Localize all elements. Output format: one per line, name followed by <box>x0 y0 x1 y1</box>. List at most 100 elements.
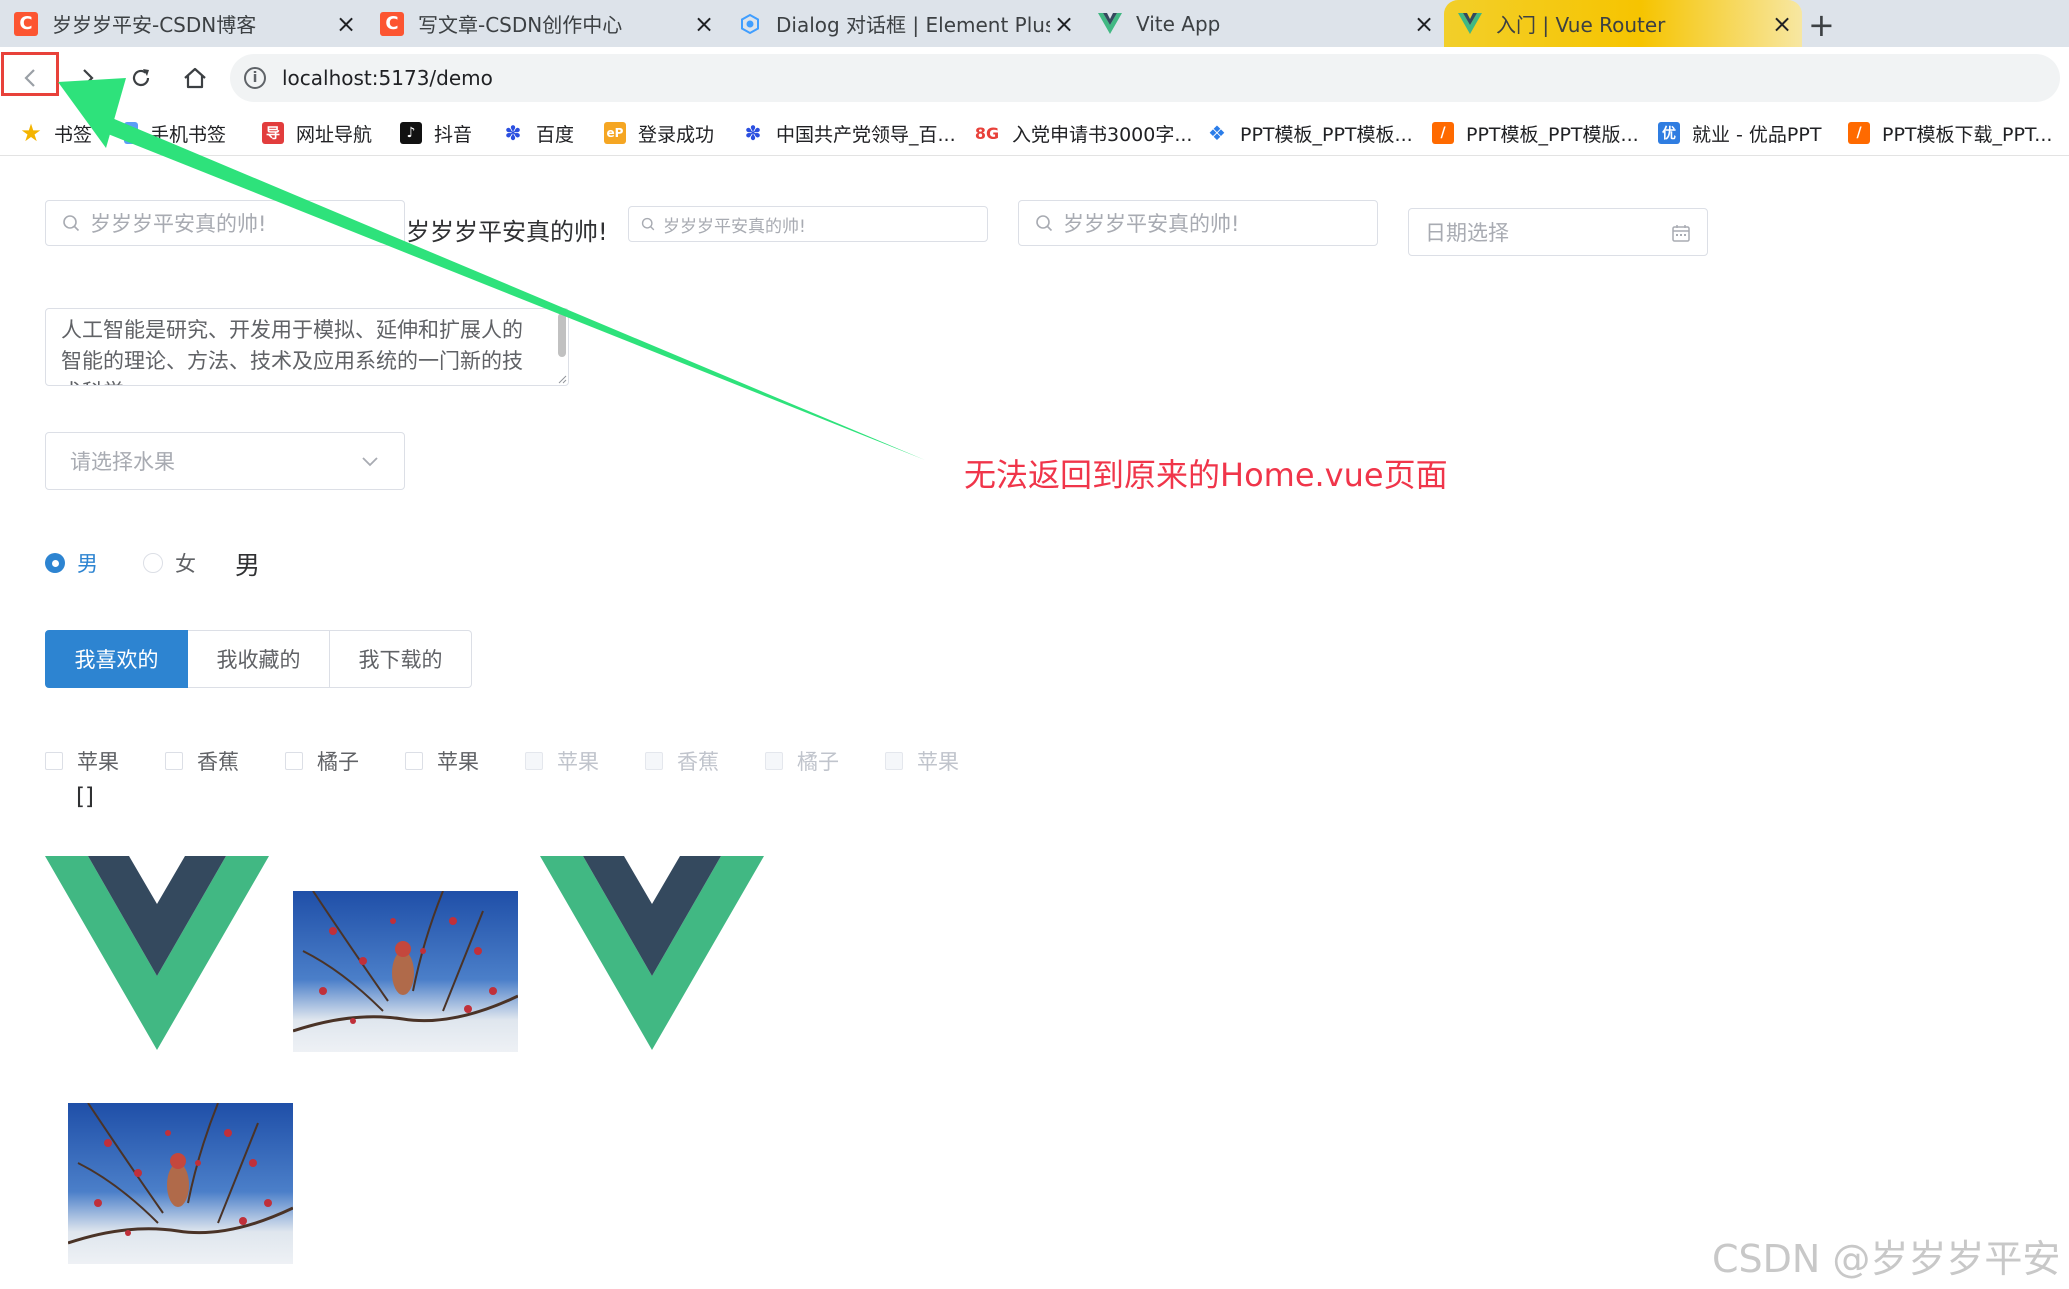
tab-csdn-blog[interactable]: C 岁岁岁平安-CSDN博客 × <box>0 0 366 47</box>
douyin-icon: ♪ <box>400 122 422 144</box>
select-placeholder: 请选择水果 <box>70 450 175 474</box>
bird-photo <box>293 891 518 1052</box>
tab-vite-app[interactable]: Vite App × <box>1084 0 1444 47</box>
search-input-3[interactable]: 岁岁岁平安真的帅! <box>1018 200 1378 246</box>
phone-icon <box>124 122 138 144</box>
checkbox-box <box>525 752 543 770</box>
bookmark-item[interactable]: / PPT模板_PPT模版... <box>1432 119 1639 147</box>
input-placeholder: 岁岁岁平安真的帅! <box>663 216 806 237</box>
tab-vue-router[interactable]: 入门 | Vue Router × <box>1444 0 1802 47</box>
checkbox-box <box>765 752 783 770</box>
checkbox-banana[interactable]: 香蕉 <box>165 746 239 776</box>
vue-logo-image <box>45 856 269 1050</box>
bookmark-item[interactable]: eP 登录成功 <box>604 119 714 147</box>
textarea-scrollbar[interactable] <box>558 313 566 357</box>
8g-icon: 8G <box>974 123 1000 143</box>
button-group: 我喜欢的 我收藏的 我下载的 <box>45 630 472 688</box>
checkbox-box <box>285 752 303 770</box>
address-bar[interactable]: i localhost:5173/demo <box>230 54 2060 102</box>
annotation-text: 无法返回到原来的Home.vue页面 <box>964 456 1448 494</box>
bookmark-item[interactable]: ❖ PPT模板_PPT模板... <box>1206 119 1413 147</box>
bookmarks-bar: ★ 书签 手机书签 导网址导航 ♪ 抖音 ✽ 百度 eP 登录成功 ✽ 中国共产党领导_百… <box>0 111 2069 156</box>
element-plus-icon <box>738 12 762 36</box>
info-icon[interactable]: i <box>244 67 266 89</box>
search-input-1[interactable]: 岁岁岁平安真的帅! <box>45 200 405 246</box>
checkbox-disabled-banana: 香蕉 <box>645 746 719 776</box>
radio-female[interactable]: 女 <box>143 548 196 578</box>
radio-label: 男 <box>77 552 98 576</box>
radio-male[interactable]: 男 <box>45 548 98 578</box>
description-textarea[interactable]: 人工智能是研究、开发用于模拟、延伸和扩展人的智能的理论、方法、技术及应用系统的一… <box>45 308 569 386</box>
url-text: localhost:5173/demo <box>282 66 493 90</box>
tab-title: 入门 | Vue Router <box>1496 13 1666 37</box>
bookmark-item[interactable]: ✽ 中国共产党领导_百... <box>742 119 956 147</box>
reload-button[interactable] <box>118 55 164 101</box>
bookmark-item[interactable]: ✽ 百度 <box>502 119 574 147</box>
checkbox-box <box>165 752 183 770</box>
bookmark-item[interactable]: 8G 入党申请书3000字... <box>974 119 1193 147</box>
radio-checked-icon <box>45 553 65 573</box>
bookmark-item[interactable]: / PPT模板下载_PPT... <box>1848 119 2052 147</box>
checkbox-box <box>405 752 423 770</box>
tab-downloads[interactable]: 我下载的 <box>330 630 472 688</box>
checkbox-box <box>645 752 663 770</box>
youpin-icon: 优 <box>1658 122 1680 144</box>
close-icon[interactable]: × <box>1768 10 1796 38</box>
input-placeholder: 岁岁岁平安真的帅! <box>90 212 267 236</box>
vue-icon <box>1458 12 1482 36</box>
tab-collections[interactable]: 我收藏的 <box>188 630 330 688</box>
search-icon <box>1036 215 1053 232</box>
nav-icon: 导 <box>262 122 284 144</box>
input-placeholder: 日期选择 <box>1425 221 1509 245</box>
tab-strip: C 岁岁岁平安-CSDN博客 × C 写文章-CSDN创作中心 × Dialog… <box>0 0 2069 47</box>
checkbox-disabled-orange: 橘子 <box>765 746 839 776</box>
tab-favorites[interactable]: 我喜欢的 <box>45 630 188 688</box>
chevron-right-icon <box>83 69 94 87</box>
textarea-text: 人工智能是研究、开发用于模拟、延伸和扩展人的智能的理论、方法、技术及应用系统的一… <box>61 318 523 385</box>
forward-button[interactable] <box>64 55 110 101</box>
star-icon: ★ <box>20 119 42 147</box>
close-icon[interactable]: × <box>690 10 718 38</box>
close-icon[interactable]: × <box>1050 10 1078 38</box>
bookmark-item[interactable]: 导网址导航 <box>262 119 372 147</box>
csdn-icon: C <box>380 11 404 36</box>
new-tab-plus-icon[interactable]: + <box>1808 6 1835 44</box>
home-button[interactable] <box>172 55 218 101</box>
checkbox-orange[interactable]: 橘子 <box>285 746 359 776</box>
chevron-down-icon <box>362 457 378 467</box>
ppt-icon: ❖ <box>1208 121 1226 145</box>
bookmark-item[interactable]: 手机书签 <box>124 119 226 147</box>
radio-label: 女 <box>175 552 196 576</box>
search-input-2[interactable]: 岁岁岁平安真的帅! <box>628 206 988 242</box>
radio-value-text: 男 <box>235 551 261 580</box>
bookmark-item[interactable]: ★ 书签 <box>20 119 92 147</box>
close-icon[interactable]: × <box>1410 10 1438 38</box>
checkbox-apple[interactable]: 苹果 <box>45 746 119 776</box>
tab-element-plus[interactable]: Dialog 对话框 | Element Plus × <box>724 0 1084 47</box>
ppt-orange-icon: / <box>1432 122 1454 144</box>
resize-handle-icon[interactable] <box>557 374 567 384</box>
date-picker-input[interactable]: 日期选择 <box>1408 208 1708 256</box>
reload-icon <box>132 69 150 87</box>
ppt-orange-icon: / <box>1848 122 1870 144</box>
browser-toolbar: i localhost:5173/demo <box>0 47 2069 111</box>
baidu-icon: ✽ <box>744 121 762 145</box>
search-icon <box>641 217 655 231</box>
ep-icon: eP <box>604 122 626 144</box>
checkbox-disabled-apple-2: 苹果 <box>885 746 959 776</box>
tab-csdn-write[interactable]: C 写文章-CSDN创作中心 × <box>366 0 724 47</box>
checked-value-text: [] <box>76 784 94 810</box>
home-icon <box>184 67 206 89</box>
tab-title: 写文章-CSDN创作中心 <box>418 13 623 37</box>
fruit-select[interactable]: 请选择水果 <box>45 432 405 490</box>
bookmark-item[interactable]: 优就业 - 优品PPT <box>1658 119 1821 147</box>
search-icon <box>63 215 80 232</box>
baidu-icon: ✽ <box>504 121 522 145</box>
back-button-highlight <box>1 52 59 96</box>
checkbox-apple-2[interactable]: 苹果 <box>405 746 479 776</box>
bookmark-item[interactable]: ♪ 抖音 <box>400 119 472 147</box>
input-placeholder: 岁岁岁平安真的帅! <box>1063 212 1240 236</box>
close-icon[interactable]: × <box>332 10 360 38</box>
vue-logo-image <box>540 856 764 1050</box>
tab-title: Dialog 对话框 | Element Plus <box>776 13 1050 37</box>
